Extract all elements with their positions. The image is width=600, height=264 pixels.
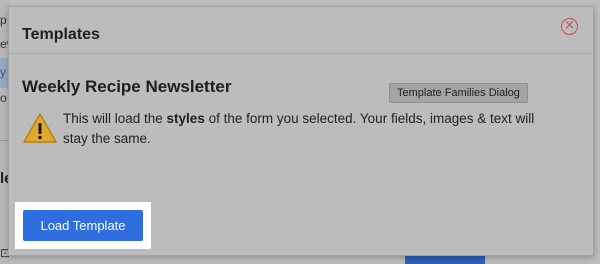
background-text-fragment: p bbox=[0, 13, 7, 27]
template-name: Weekly Recipe Newsletter bbox=[22, 77, 232, 96]
warning-icon bbox=[23, 113, 57, 143]
templates-dialog: Templates × Weekly Recipe Newsletter Tem… bbox=[8, 6, 594, 256]
message-text: This will load the bbox=[63, 111, 167, 126]
tooltip: Template Families Dialog bbox=[389, 83, 528, 103]
background-text-fragment: o bbox=[0, 91, 7, 105]
background-button bbox=[405, 255, 485, 264]
dialog-message: This will load the styles of the form yo… bbox=[63, 109, 548, 149]
dialog-header-divider bbox=[9, 53, 593, 54]
dialog-title: Templates bbox=[22, 26, 100, 43]
close-icon[interactable]: × bbox=[561, 18, 578, 35]
load-template-button[interactable]: Load Template bbox=[23, 210, 143, 241]
background-text-fragment: y bbox=[0, 65, 6, 79]
message-emphasis: styles bbox=[166, 111, 205, 126]
